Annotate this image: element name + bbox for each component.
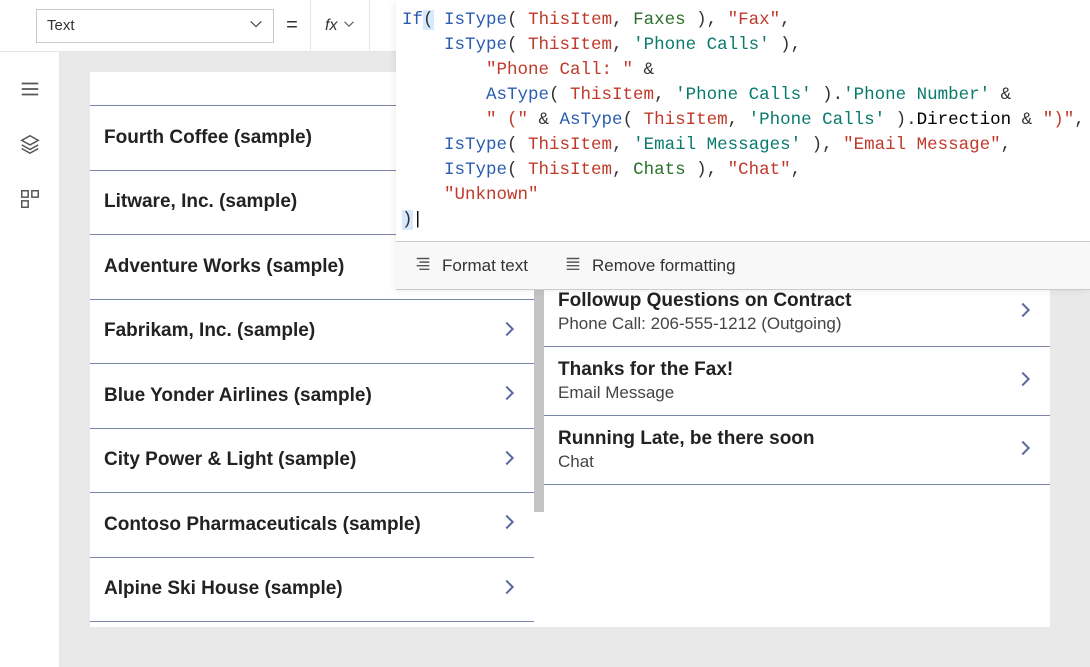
company-name: City Power & Light (sample) bbox=[104, 449, 356, 471]
chevron-right-icon bbox=[1014, 437, 1036, 464]
company-name: Litware, Inc. (sample) bbox=[104, 191, 297, 213]
layers-icon[interactable] bbox=[19, 133, 41, 160]
company-item[interactable]: Contoso Pharmaceuticals (sample) bbox=[90, 493, 534, 558]
chevron-right-icon bbox=[498, 382, 520, 409]
equals-label: = bbox=[274, 14, 310, 37]
chevron-right-icon bbox=[498, 576, 520, 603]
activity-title: Followup Questions on Contract bbox=[558, 290, 851, 312]
company-item[interactable]: City Power & Light (sample) bbox=[90, 429, 534, 494]
format-bar: Format text Remove formatting bbox=[396, 242, 1090, 290]
chevron-right-icon bbox=[1014, 368, 1036, 395]
property-dropdown[interactable]: Text bbox=[36, 9, 274, 43]
company-name: Fourth Coffee (sample) bbox=[104, 127, 312, 149]
company-item[interactable]: Blue Yonder Airlines (sample) bbox=[90, 364, 534, 429]
chevron-right-icon bbox=[498, 447, 520, 474]
activity-title: Thanks for the Fax! bbox=[558, 359, 733, 381]
activity-title: Running Late, be there soon bbox=[558, 428, 815, 450]
activity-item[interactable]: Thanks for the Fax!Email Message bbox=[544, 347, 1050, 416]
company-name: Adventure Works (sample) bbox=[104, 256, 344, 278]
remove-formatting-label: Remove formatting bbox=[592, 256, 736, 276]
format-text-button[interactable]: Format text bbox=[396, 242, 546, 289]
fx-label: fx bbox=[325, 17, 337, 35]
apps-icon[interactable] bbox=[19, 188, 41, 215]
formula-bar[interactable]: If( IsType( ThisItem, Faxes ), "Fax", Is… bbox=[396, 0, 1090, 242]
activity-subtitle: Phone Call: 206-555-1212 (Outgoing) bbox=[558, 314, 851, 334]
property-dropdown-label: Text bbox=[47, 17, 75, 34]
left-rail bbox=[0, 52, 60, 667]
company-name: Alpine Ski House (sample) bbox=[104, 578, 343, 600]
company-name: Blue Yonder Airlines (sample) bbox=[104, 385, 372, 407]
company-item[interactable]: Fabrikam, Inc. (sample) bbox=[90, 300, 534, 365]
formula-code[interactable]: If( IsType( ThisItem, Faxes ), "Fax", Is… bbox=[396, 0, 1090, 230]
format-text-label: Format text bbox=[442, 256, 528, 276]
activity-subtitle: Chat bbox=[558, 452, 815, 472]
activity-item[interactable]: Running Late, be there soonChat bbox=[544, 416, 1050, 485]
company-item[interactable]: Alpine Ski House (sample) bbox=[90, 558, 534, 623]
fx-button[interactable]: fx bbox=[310, 0, 370, 52]
chevron-down-icon bbox=[343, 17, 355, 35]
company-name: Contoso Pharmaceuticals (sample) bbox=[104, 514, 421, 536]
company-name: Fabrikam, Inc. (sample) bbox=[104, 320, 315, 342]
remove-formatting-icon bbox=[564, 254, 582, 277]
chevron-down-icon bbox=[249, 17, 263, 35]
chevron-right-icon bbox=[498, 318, 520, 345]
activity-subtitle: Email Message bbox=[558, 383, 733, 403]
hamburger-icon[interactable] bbox=[19, 78, 41, 105]
remove-formatting-button[interactable]: Remove formatting bbox=[546, 242, 754, 289]
chevron-right-icon bbox=[498, 511, 520, 538]
format-text-icon bbox=[414, 254, 432, 277]
chevron-right-icon bbox=[1014, 299, 1036, 326]
